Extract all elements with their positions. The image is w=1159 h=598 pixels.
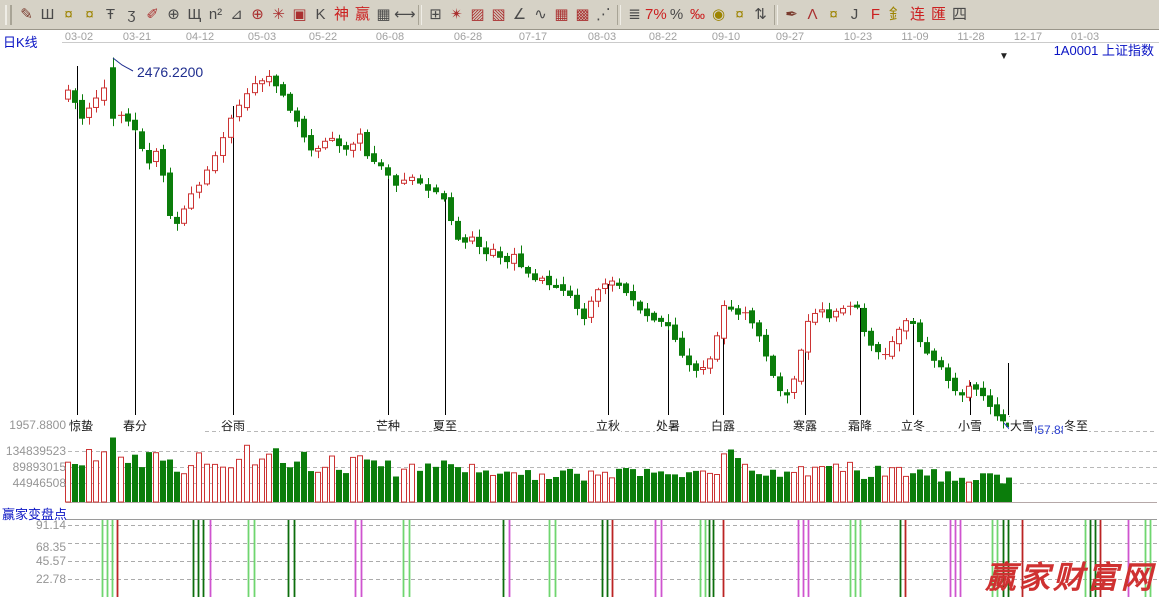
kline-chart-canvas[interactable]: [0, 0, 1159, 598]
candlestick-series: [66, 58, 1012, 429]
indicator-lines: [103, 520, 1151, 597]
annotation-pointer: [113, 58, 1022, 431]
volume-series: [66, 438, 1013, 502]
chevron-down-icon[interactable]: ▼: [999, 51, 1009, 62]
app-window: ✎Ш¤¤Ŧʒ✐⊕Щn²⊿⊕✳▣K神赢▦⟷⊞✴▨▧∠∿▦▩⋰≣7%%‰◉¤⇅✒Λ¤…: [0, 0, 1159, 598]
solar-term-lines: [78, 66, 1009, 415]
